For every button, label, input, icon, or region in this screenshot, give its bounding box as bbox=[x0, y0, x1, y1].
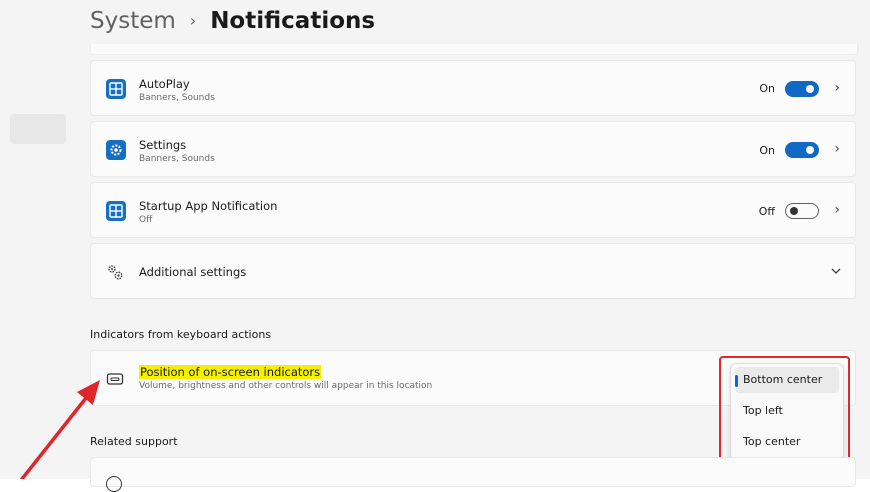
annotation-arrow bbox=[20, 380, 100, 479]
